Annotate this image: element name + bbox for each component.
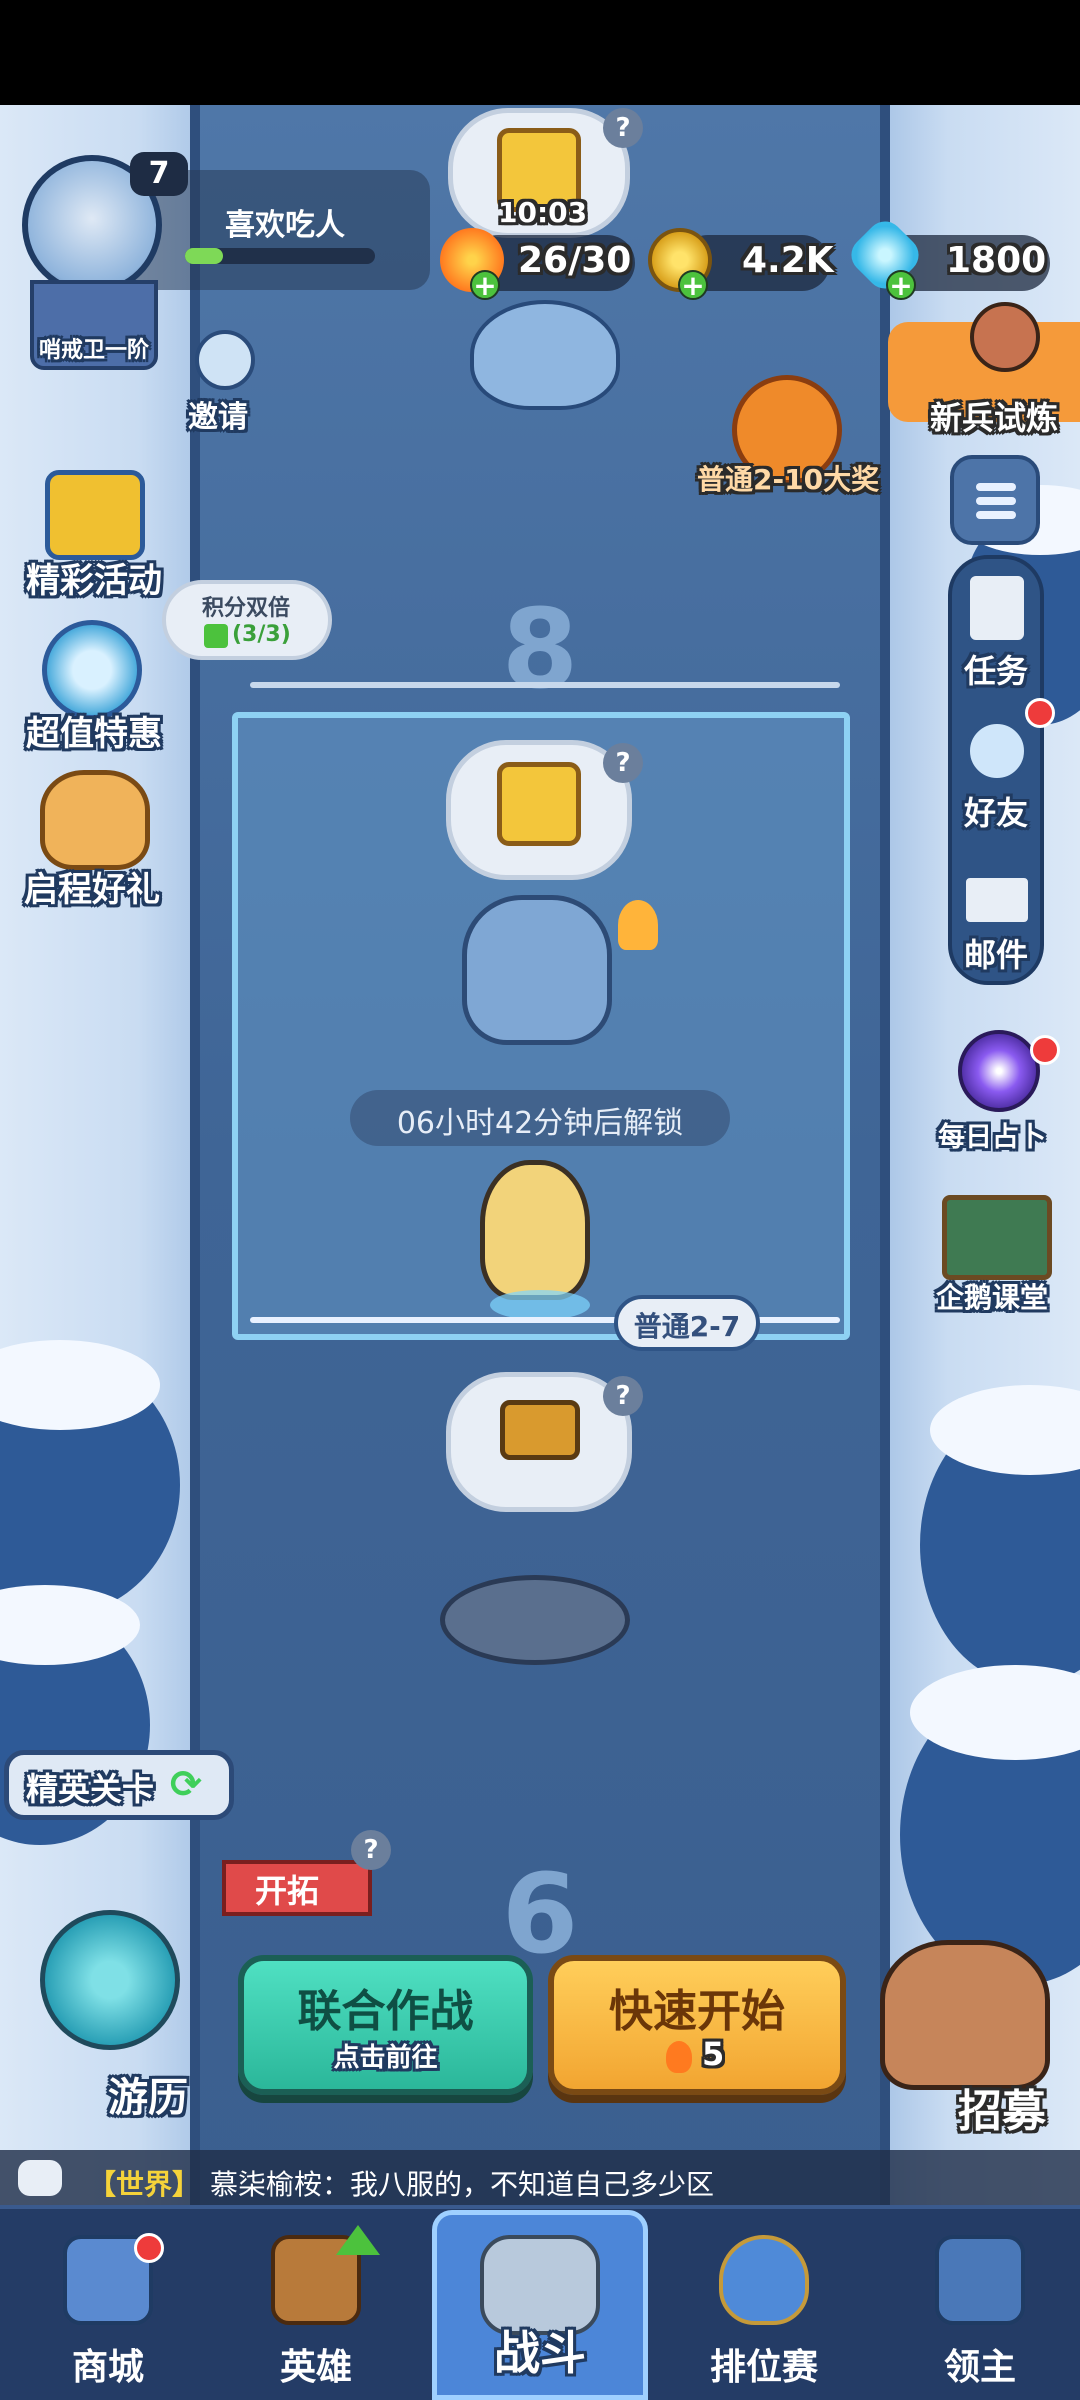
score-double-title: 积分双倍 bbox=[202, 596, 291, 621]
chat-channel: 【世界】 bbox=[88, 2168, 201, 2201]
player-level-badge: 7 bbox=[130, 152, 188, 196]
travel-label[interactable]: 游历 bbox=[108, 2065, 188, 2123]
reward-bubble-label[interactable]: 普通2-10大奖 bbox=[697, 458, 879, 498]
coop-battle-button[interactable]: 联合作战 点击前往 bbox=[238, 1955, 533, 2095]
lord-banner-icon bbox=[935, 2235, 1025, 2325]
stage-divider bbox=[250, 682, 840, 688]
energy-add-button[interactable]: + bbox=[470, 270, 500, 300]
gem-add-button[interactable]: + bbox=[886, 270, 916, 300]
rookie-trial-portrait bbox=[970, 302, 1040, 372]
yeti-boss-sprite[interactable] bbox=[462, 895, 612, 1045]
xp-bar-fill bbox=[185, 248, 223, 264]
upgrade-arrow-icon bbox=[336, 2225, 380, 2255]
flame-icon bbox=[666, 2041, 692, 2073]
ice-bird-enemy-sprite[interactable] bbox=[440, 1575, 630, 1665]
stopwatch-icon[interactable] bbox=[42, 620, 142, 720]
status-bar bbox=[0, 0, 1080, 105]
hamburger-icon bbox=[976, 497, 1016, 505]
clipboard-icon[interactable] bbox=[966, 572, 1028, 644]
unlock-timer-text: 06小时42分钟后解锁 bbox=[396, 1106, 684, 1141]
ranked-shield-icon bbox=[719, 2235, 809, 2325]
journey-gift-label[interactable]: 启程好礼 bbox=[24, 862, 160, 911]
tab-battle[interactable]: 战斗 bbox=[432, 2210, 648, 2400]
expand-tag-label: 开拓 bbox=[254, 1872, 319, 1910]
quick-start-title: 快速开始 bbox=[609, 1986, 785, 2037]
chat-message: 慕柒榆桉：我八服的，不知道自己多少区 bbox=[210, 2168, 715, 2201]
rank-label: 哨戒卫一阶 bbox=[38, 338, 149, 363]
tab-lord[interactable]: 领主 bbox=[880, 2205, 1080, 2400]
menu-button[interactable] bbox=[950, 455, 1040, 545]
yeti-enemy-sprite[interactable] bbox=[470, 300, 620, 410]
penguin-classroom-icon[interactable] bbox=[942, 1195, 1052, 1280]
energy-value: 26/30 bbox=[518, 240, 632, 281]
crystal-ball-icon[interactable] bbox=[958, 1030, 1040, 1112]
chat-bubble-icon[interactable] bbox=[18, 2160, 62, 2196]
elite-stages-label: 精英关卡 bbox=[26, 1770, 155, 1808]
tab-heroes[interactable]: 英雄 bbox=[216, 2205, 416, 2400]
refresh-icon: ⟳ bbox=[170, 1762, 202, 1806]
gem-value: 1800 bbox=[946, 240, 1047, 281]
help-icon[interactable]: ? bbox=[603, 1376, 643, 1416]
friends-notification-dot bbox=[1025, 698, 1055, 728]
tab-ranked-label: 排位赛 bbox=[709, 2347, 818, 2388]
divination-notification-dot bbox=[1030, 1035, 1060, 1065]
friends-label[interactable]: 好友 bbox=[964, 788, 1028, 834]
hamburger-icon bbox=[976, 511, 1016, 519]
coop-battle-title: 联合作战 bbox=[297, 1986, 474, 2037]
penguin-invite-icon[interactable] bbox=[195, 330, 255, 390]
invite-label[interactable]: 邀请 bbox=[188, 392, 248, 436]
tab-heroes-label: 英雄 bbox=[279, 2347, 352, 2388]
help-icon[interactable]: ? bbox=[603, 743, 643, 783]
penguin-class-label[interactable]: 企鹅课堂 bbox=[936, 1276, 1048, 1316]
griffin-gift-icon[interactable] bbox=[40, 770, 150, 870]
tab-ranked[interactable]: 排位赛 bbox=[648, 2205, 880, 2400]
help-icon[interactable]: ? bbox=[351, 1830, 391, 1870]
tab-shop[interactable]: 商城 bbox=[0, 2205, 216, 2400]
coop-battle-subtitle: 点击前往 bbox=[333, 2043, 438, 2073]
events-label[interactable]: 精彩活动 bbox=[26, 553, 162, 602]
gold-value: 4.2K bbox=[742, 240, 834, 281]
mail-label[interactable]: 邮件 bbox=[964, 930, 1028, 976]
quick-start-cost: 5 bbox=[702, 2035, 725, 2073]
help-icon[interactable]: ? bbox=[603, 108, 643, 148]
ticket-icon bbox=[204, 624, 228, 648]
treasure-chest-icon bbox=[500, 1400, 580, 1460]
hamburger-icon bbox=[976, 483, 1016, 491]
current-stage-label: 普通2-7 bbox=[633, 1310, 741, 1343]
treasure-chest-icon[interactable] bbox=[45, 470, 145, 560]
recruit-label[interactable]: 招募 bbox=[958, 2075, 1046, 2139]
shop-notification-dot bbox=[134, 2233, 164, 2263]
key-icon bbox=[497, 762, 581, 846]
score-double-count: (3/3) bbox=[232, 622, 291, 647]
tab-battle-label: 战斗 bbox=[494, 2326, 586, 2380]
gold-add-button[interactable]: + bbox=[678, 270, 708, 300]
tasks-label[interactable]: 任务 bbox=[964, 646, 1028, 692]
tab-shop-label: 商城 bbox=[71, 2347, 144, 2388]
rank-ribbon[interactable]: 哨戒卫一阶 bbox=[30, 280, 158, 370]
recruit-dwarf-icon[interactable] bbox=[880, 1940, 1050, 2090]
rookie-trial-label[interactable]: 新兵试炼 bbox=[930, 393, 1058, 439]
quick-start-button[interactable]: 快速开始 5 bbox=[548, 1955, 846, 2095]
daily-divination-label[interactable]: 每日占卜 bbox=[938, 1115, 1046, 1154]
stage-number-upper: 8 bbox=[501, 585, 579, 713]
deals-label[interactable]: 超值特惠 bbox=[26, 706, 162, 755]
hot-air-balloon-icon[interactable] bbox=[40, 1910, 180, 2050]
player-hero-sprite[interactable] bbox=[480, 1160, 590, 1300]
key-timer: 10:03 bbox=[498, 196, 588, 229]
tab-lord-label: 领主 bbox=[943, 2347, 1016, 2388]
player-name: 喜欢吃人 bbox=[225, 208, 345, 243]
torch-icon bbox=[618, 900, 658, 950]
hero-aura bbox=[490, 1290, 590, 1320]
mail-icon[interactable] bbox=[962, 874, 1032, 926]
friends-icon[interactable] bbox=[966, 720, 1028, 782]
